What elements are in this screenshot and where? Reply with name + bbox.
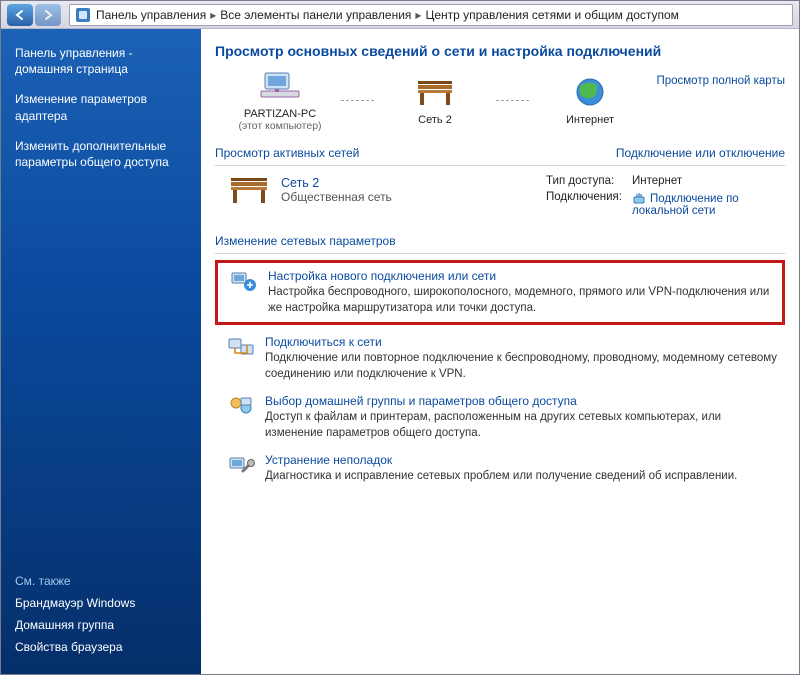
active-network-type: Общественная сеть [281,190,392,204]
map-pc-name: PARTIZAN-PC [215,108,345,120]
task-description: Диагностика и исправление сетевых пробле… [265,469,737,485]
task-title-link[interactable]: Подключиться к сети [265,335,382,349]
sidebar-link-adapter-settings[interactable]: Изменение параметров адаптера [15,91,187,123]
map-node-pc: PARTIZAN-PC (этот компьютер) [215,69,345,132]
sidebar: Панель управления - домашняя страница Из… [1,29,201,674]
arrow-right-icon [42,9,54,21]
bench-icon [227,172,271,211]
sidebar-see-also-heading: См. также [15,574,187,588]
breadcrumb[interactable]: Панель управления ▸ Все элементы панели … [69,4,793,26]
breadcrumb-item[interactable]: Панель управления [96,8,206,22]
map-network-name: Сеть 2 [370,114,500,126]
computer-icon [215,69,345,106]
task-title-link[interactable]: Выбор домашней группы и параметров общег… [265,394,577,408]
map-node-network: Сеть 2 [370,75,500,126]
task-connect-network[interactable]: Подключиться к сети Подключение или повт… [215,329,785,388]
nav-forward-button [35,4,61,26]
task-title-link[interactable]: Устранение неполадок [265,453,392,467]
bench-icon [370,75,500,112]
connection-details: Тип доступа: Интернет Подключения: Подкл… [540,172,785,220]
connect-disconnect-link[interactable]: Подключение или отключение [616,146,785,160]
map-pc-sub: (этот компьютер) [215,120,345,132]
network-map: PARTIZAN-PC (этот компьютер) Сеть 2 [215,69,655,132]
change-settings-heading: Изменение сетевых параметров [215,234,785,250]
sidebar-link-browser-properties[interactable]: Свойства браузера [15,640,187,654]
task-description: Подключение или повторное подключение к … [265,351,779,382]
control-panel-icon [76,8,90,22]
task-new-connection[interactable]: Настройка нового подключения или сети На… [215,260,785,325]
breadcrumb-item[interactable]: Все элементы панели управления [220,8,411,22]
arrow-left-icon [14,9,26,21]
network-adapter-icon [632,191,646,205]
task-description: Доступ к файлам и принтерам, расположенн… [265,410,779,441]
connect-network-icon [227,335,257,362]
task-homegroup[interactable]: Выбор домашней группы и параметров общег… [215,388,785,447]
view-full-map-link[interactable]: Просмотр полной карты [656,75,785,87]
chevron-right-icon: ▸ [415,8,421,22]
sidebar-home-link[interactable]: Панель управления - домашняя страница [15,45,187,77]
new-connection-icon [230,269,260,296]
connections-label: Подключения: [542,190,626,218]
task-description: Настройка беспроводного, широкополосного… [268,285,776,316]
map-internet-label: Интернет [525,114,655,126]
titlebar: Панель управления ▸ Все элементы панели … [1,1,799,29]
breadcrumb-item[interactable]: Центр управления сетями и общим доступом [425,8,679,22]
sidebar-link-advanced-sharing[interactable]: Изменить дополнительные параметры общего… [15,138,187,170]
active-networks-heading: Просмотр активных сетей Подключение или … [215,146,785,162]
globe-icon [525,75,655,112]
access-type-label: Тип доступа: [542,174,626,188]
task-title-link[interactable]: Настройка нового подключения или сети [268,269,496,283]
active-network-name-link[interactable]: Сеть 2 [281,176,319,190]
chevron-right-icon: ▸ [210,8,216,22]
access-type-value: Интернет [628,174,783,188]
task-troubleshoot[interactable]: Устранение неполадок Диагностика и испра… [215,447,785,491]
sidebar-link-homegroup[interactable]: Домашняя группа [15,618,187,632]
page-title: Просмотр основных сведений о сети и наст… [215,43,785,59]
map-node-internet: Интернет [525,75,655,126]
content: Просмотр основных сведений о сети и наст… [201,29,799,674]
troubleshoot-icon [227,453,257,480]
sidebar-link-firewall[interactable]: Брандмауэр Windows [15,596,187,610]
homegroup-icon [227,394,257,421]
active-network-item: Сеть 2 Общественная сеть [215,172,540,211]
lan-connection-link[interactable]: Подключение по локальной сети [632,193,739,217]
nav-back-button[interactable] [7,4,33,26]
